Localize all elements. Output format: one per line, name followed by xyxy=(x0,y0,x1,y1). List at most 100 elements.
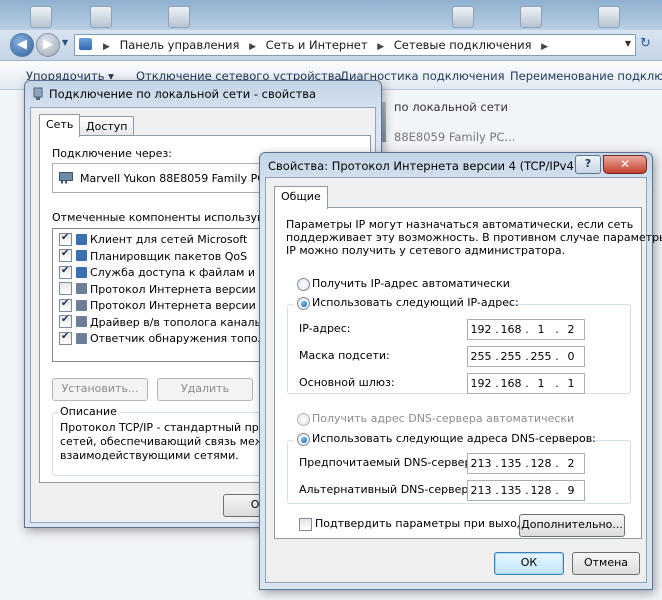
protocol-icon xyxy=(76,332,87,344)
preferred-dns-field[interactable]: 213. 135. 128. 2 xyxy=(467,453,585,474)
subnet-mask-field[interactable]: 255. 255. 255. 0 xyxy=(467,346,585,367)
octet: 255 xyxy=(500,350,522,363)
component-checkbox[interactable] xyxy=(59,232,72,246)
desktop-strip xyxy=(0,0,662,30)
desktop-icon xyxy=(598,6,620,28)
octet: 213 xyxy=(470,457,492,470)
preferred-dns-label: Предпочитаемый DNS-сервер: xyxy=(299,456,476,469)
protocol-icon xyxy=(76,283,87,294)
breadcrumb-item[interactable]: Панель управления xyxy=(120,38,240,52)
ipv4-properties-window: Свойства: Протокол Интернета версии 4 (T… xyxy=(259,152,662,590)
desktop-icon xyxy=(168,6,190,28)
alternate-dns-label: Альтернативный DNS-сервер: xyxy=(299,483,473,496)
list-item[interactable]: Клиент для сетей Microsoft xyxy=(59,232,248,247)
protocol-icon xyxy=(76,299,87,311)
desktop-icon xyxy=(30,6,52,28)
network-adapter-icon xyxy=(59,172,73,184)
radio-manual-dns[interactable] xyxy=(297,433,310,446)
window-body: Общие Параметры IP могут назначаться авт… xyxy=(265,177,662,583)
connection-name[interactable]: по локальной сети xyxy=(394,100,508,114)
description-heading: Описание xyxy=(58,405,119,418)
chevron-right-icon: ▶ xyxy=(377,42,385,52)
address-bar[interactable]: ▶ Панель управления ▶ Сеть и Интернет ▶ … xyxy=(74,34,636,56)
component-checkbox[interactable] xyxy=(59,314,72,328)
intro-text: IP можно получить у сетевого администрат… xyxy=(286,244,566,257)
octet: 0 xyxy=(567,350,575,363)
protocol-icon xyxy=(76,316,87,327)
chevron-right-icon: ▶ xyxy=(249,42,257,52)
list-item[interactable]: Ответчик обнаружения топологии xyxy=(59,331,291,346)
component-checkbox[interactable] xyxy=(59,265,72,279)
connect-through-label: Подключение через: xyxy=(52,147,172,160)
list-item[interactable]: Драйвер в/в тополога канального xyxy=(59,314,288,330)
component-label: Клиент для сетей Microsoft xyxy=(90,233,248,246)
rename-command[interactable]: Переименование подключ xyxy=(510,69,662,83)
advanced-button[interactable]: Дополнительно... xyxy=(519,514,625,537)
ok-button[interactable]: ОК xyxy=(494,552,564,575)
file-sharing-icon xyxy=(76,266,87,278)
breadcrumb: ▶ Панель управления ▶ Сеть и Интернет ▶ … xyxy=(97,38,554,52)
tab-general[interactable]: Общие xyxy=(274,186,328,209)
octet: 135 xyxy=(500,484,522,497)
validate-checkbox[interactable] xyxy=(299,518,312,531)
breadcrumb-item[interactable]: Сетевые подключения xyxy=(394,38,532,52)
octet: 255 xyxy=(530,350,552,363)
list-item[interactable]: Протокол Интернета версии 4 (TC xyxy=(59,298,288,313)
radio-auto-dns-label[interactable]: Получить адрес DNS-сервера автоматически xyxy=(312,412,574,425)
control-panel-icon xyxy=(79,38,92,50)
close-button[interactable]: ✕ xyxy=(603,155,647,174)
chevron-right-icon: ▶ xyxy=(103,42,110,52)
component-label: Драйвер в/в тополога канального xyxy=(90,315,288,329)
install-button[interactable]: Установить... xyxy=(52,378,148,401)
qos-icon xyxy=(76,250,87,261)
octet: 2 xyxy=(567,323,575,336)
tab-sharing[interactable]: Доступ xyxy=(79,116,135,137)
octet: 1 xyxy=(537,323,545,336)
remove-button[interactable]: Удалить xyxy=(157,378,253,401)
history-dropdown-icon[interactable]: ▼ xyxy=(62,38,68,47)
radio-manual-dns-label[interactable]: Использовать следующие адреса DNS-сервер… xyxy=(312,432,596,445)
octet: 128 xyxy=(530,457,552,470)
octet: 135 xyxy=(500,457,522,470)
window-title: Подключение по локальной сети - свойства xyxy=(49,87,317,101)
refresh-icon[interactable]: ↻ xyxy=(640,36,651,51)
ip-address-field[interactable]: 192. 168. 1. 2 xyxy=(467,319,585,340)
octet: 128 xyxy=(530,484,552,497)
octet: 192 xyxy=(470,323,492,336)
back-arrow-icon[interactable]: ◀ xyxy=(10,33,34,57)
radio-auto-ip[interactable] xyxy=(297,278,310,291)
network-client-icon xyxy=(76,233,87,245)
alternate-dns-field[interactable]: 213. 135. 128. 9 xyxy=(467,480,585,501)
chevron-right-icon: ▶ xyxy=(541,42,549,52)
connection-adapter: 88E8059 Family PC... xyxy=(394,130,516,144)
gateway-label: Основной шлюз: xyxy=(299,376,395,389)
help-button[interactable]: ? xyxy=(575,155,601,174)
octet: 168 xyxy=(500,323,522,336)
tab-network[interactable]: Сеть xyxy=(39,114,81,137)
chevron-down-icon[interactable]: ▼ xyxy=(625,39,631,48)
component-checkbox[interactable] xyxy=(59,298,72,312)
list-item[interactable]: Протокол Интернета версии 6 (TC xyxy=(59,282,288,297)
component-checkbox[interactable] xyxy=(59,248,72,262)
window-title: Свойства: Протокол Интернета версии 4 (T… xyxy=(268,159,579,173)
radio-manual-ip-label[interactable]: Использовать следующий IP-адрес: xyxy=(312,296,519,309)
radio-auto-dns[interactable] xyxy=(297,413,310,426)
list-item[interactable]: Планировщик пакетов QoS xyxy=(59,248,248,264)
radio-manual-ip[interactable] xyxy=(297,297,310,310)
desktop-icon xyxy=(520,6,542,28)
validate-label[interactable]: Подтвердить параметры при выходе xyxy=(315,517,531,530)
breadcrumb-item[interactable]: Сеть и Интернет xyxy=(266,38,368,52)
component-label: Планировщик пакетов QoS xyxy=(90,249,248,263)
component-checkbox[interactable] xyxy=(59,282,72,295)
intro-text: поддерживает эту возможность. В противно… xyxy=(286,231,662,244)
subnet-mask-label: Маска подсети: xyxy=(299,349,390,362)
forward-arrow-icon[interactable]: ▶ xyxy=(36,33,60,57)
octet: 192 xyxy=(470,377,492,390)
cancel-button[interactable]: Отмена xyxy=(572,552,640,575)
description-text: взаимодействующими сетями. xyxy=(60,449,239,462)
component-checkbox[interactable] xyxy=(59,331,72,345)
octet: 255 xyxy=(470,350,492,363)
radio-auto-ip-label[interactable]: Получить IP-адрес автоматически xyxy=(312,277,510,290)
octet: 1 xyxy=(537,377,545,390)
gateway-field[interactable]: 192. 168. 1. 1 xyxy=(467,373,585,394)
